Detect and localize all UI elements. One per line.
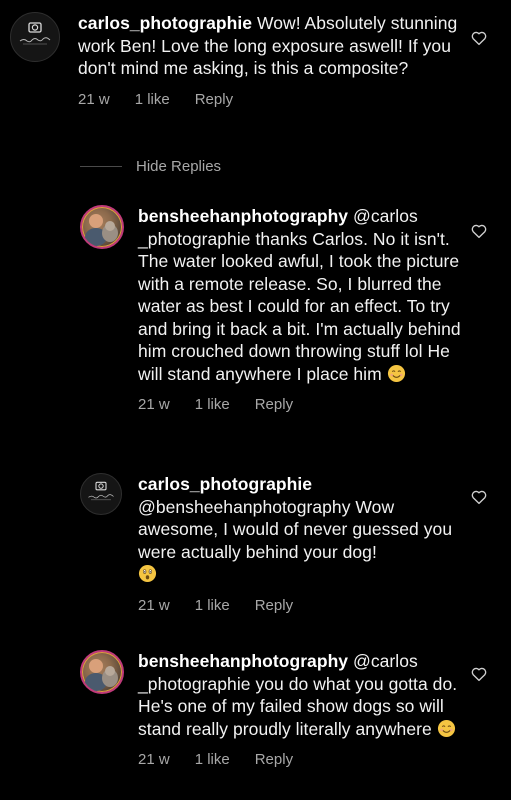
- comment-likes[interactable]: 1 like: [195, 751, 230, 768]
- astonished-face-emoji-icon: [138, 564, 157, 583]
- comment-ben-1: bensheehanphotography @carlos _photograp…: [80, 205, 465, 413]
- heart-outline-icon[interactable]: [470, 222, 488, 240]
- comment-ben-2: bensheehanphotography @carlos _photograp…: [80, 650, 465, 768]
- comment-text: carlos_photographie @bensheehanphotograp…: [138, 473, 465, 586]
- comment-body: bensheehanphotography @carlos _photograp…: [138, 650, 465, 768]
- comment-meta: 21 w 1 like Reply: [78, 91, 460, 108]
- carlos-photographie-logo-icon: [19, 22, 51, 45]
- heart-outline-icon[interactable]: [470, 665, 488, 683]
- comment-likes[interactable]: 1 like: [135, 91, 170, 108]
- comment-text: carlos_photographie Wow! Absolutely stun…: [78, 12, 460, 80]
- comment-username[interactable]: carlos_photographie: [78, 13, 252, 33]
- comment-text: bensheehanphotography @carlos _photograp…: [138, 650, 465, 740]
- comment-body: carlos_photographie @bensheehanphotograp…: [138, 473, 465, 614]
- heart-outline-icon[interactable]: [470, 29, 488, 47]
- comment-meta: 21 w 1 like Reply: [138, 396, 465, 413]
- heart-outline-icon[interactable]: [470, 488, 488, 506]
- profile-photo-icon: [85, 214, 118, 246]
- comment-likes[interactable]: 1 like: [195, 597, 230, 614]
- smiling-face-emoji-icon: [387, 364, 405, 382]
- hide-replies-button[interactable]: Hide Replies: [80, 158, 221, 175]
- comment-time: 21 w: [138, 751, 170, 768]
- reply-button[interactable]: Reply: [255, 396, 293, 413]
- comment-username[interactable]: bensheehanphotography: [138, 206, 348, 226]
- avatar[interactable]: [80, 650, 124, 694]
- profile-photo-icon: [85, 659, 118, 691]
- comment-meta: 21 w 1 like Reply: [138, 597, 465, 614]
- hide-replies-label: Hide Replies: [136, 158, 222, 175]
- comment-username[interactable]: carlos_photographie: [138, 474, 312, 494]
- comment-carlos-1: carlos_photographie Wow! Absolutely stun…: [10, 12, 460, 108]
- avatar[interactable]: [10, 12, 60, 62]
- comment-meta: 21 w 1 like Reply: [138, 751, 465, 768]
- comment-body: carlos_photographie Wow! Absolutely stun…: [78, 12, 460, 108]
- comment-time: 21 w: [78, 90, 110, 108]
- comment-body: bensheehanphotography @carlos _photograp…: [138, 205, 465, 413]
- reply-button[interactable]: Reply: [255, 751, 293, 768]
- divider: [80, 166, 122, 167]
- comment-message: @bensheehanphotography Wow awesome, I wo…: [138, 496, 453, 562]
- comment-text: bensheehanphotography @carlos _photograp…: [138, 205, 465, 385]
- reply-button[interactable]: Reply: [255, 597, 293, 614]
- comment-message: @carlos _photographie thanks Carlos. No …: [138, 206, 461, 384]
- comment-username[interactable]: bensheehanphotography: [138, 651, 348, 671]
- comment-carlos-2: carlos_photographie @bensheehanphotograp…: [80, 473, 465, 614]
- reply-button[interactable]: Reply: [195, 91, 233, 108]
- comment-time: 21 w: [138, 596, 170, 614]
- avatar[interactable]: [80, 205, 124, 249]
- comment-time: 21 w: [138, 396, 170, 413]
- avatar[interactable]: [80, 473, 122, 515]
- smiling-face-emoji-icon: [437, 719, 455, 737]
- carlos-photographie-logo-icon: [88, 481, 114, 501]
- comment-likes[interactable]: 1 like: [195, 396, 230, 413]
